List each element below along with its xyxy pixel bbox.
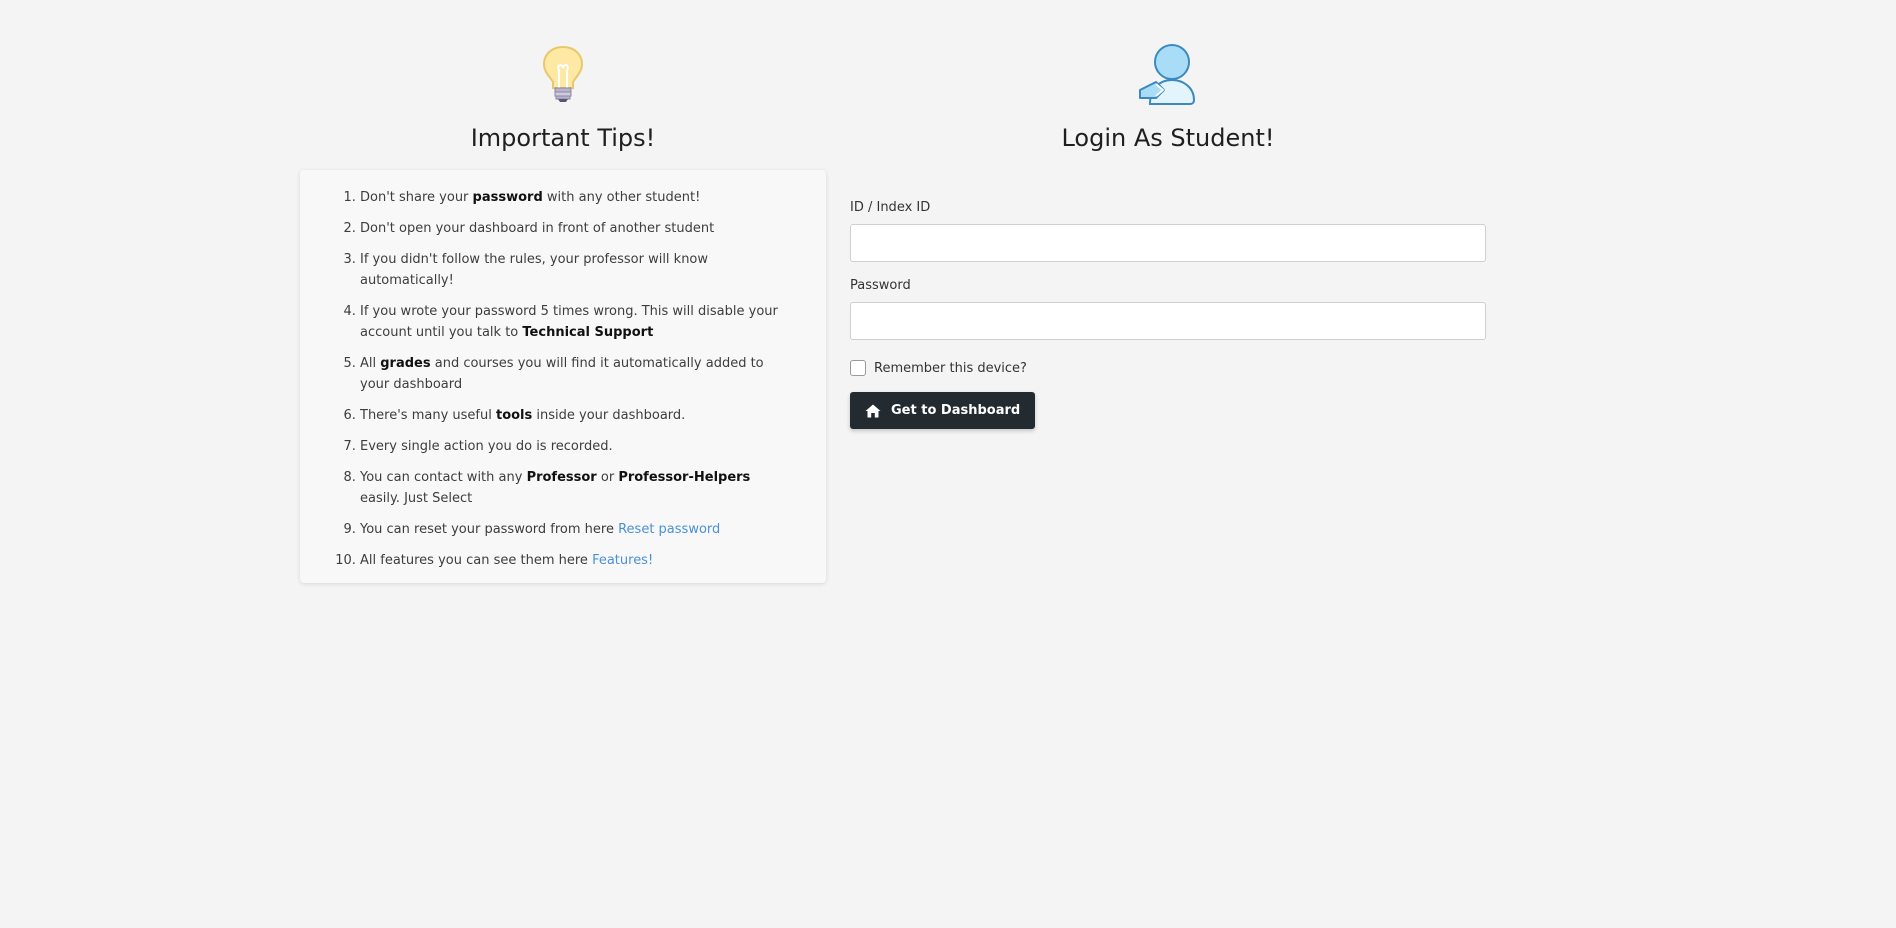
password-input[interactable]: [850, 302, 1486, 340]
tips-card: Don't share your password with any other…: [300, 170, 826, 583]
tip-text: If you didn't follow the rules, your pro…: [360, 252, 709, 288]
lightbulb-icon: [300, 44, 826, 106]
id-label: ID / Index ID: [850, 200, 931, 215]
tip-text: inside your dashboard.: [532, 408, 686, 423]
remember-checkbox[interactable]: [850, 360, 866, 376]
tip-link[interactable]: Features!: [592, 553, 653, 568]
tip-text: You can reset your password from here: [360, 522, 619, 537]
tip-text: or: [596, 470, 619, 485]
tip-emphasis: Professor-Helpers: [618, 470, 751, 485]
tip-link[interactable]: Reset password: [618, 522, 720, 537]
remember-label: Remember this device?: [874, 360, 1027, 376]
tip-item: You can contact with any Professor or Pr…: [360, 467, 806, 509]
remember-device[interactable]: Remember this device?: [850, 358, 1486, 378]
tip-text: All: [360, 356, 381, 371]
tip-item: All grades and courses you will find it …: [360, 353, 806, 395]
tip-item: Don't open your dashboard in front of an…: [360, 218, 806, 239]
login-form: ID / Index ID Password Remember this dev…: [850, 198, 1486, 429]
tip-item: If you wrote your password 5 times wrong…: [360, 301, 806, 343]
tip-emphasis: grades: [380, 356, 431, 371]
tip-emphasis: tools: [495, 408, 533, 423]
tip-text: There's many useful: [360, 408, 496, 423]
tip-text: Don't open your dashboard in front of an…: [360, 221, 715, 236]
tip-text: easily. Just Select: [360, 491, 473, 506]
password-label: Password: [850, 278, 911, 293]
login-section: Login As Student! ID / Index ID Password…: [850, 44, 1486, 429]
student-user-icon: [850, 44, 1486, 106]
get-to-dashboard-button[interactable]: Get to Dashboard: [850, 392, 1036, 429]
tip-emphasis: Technical Support: [522, 325, 654, 340]
tips-section: Important Tips! Don't share your passwor…: [300, 44, 826, 583]
tip-text: All features you can see them here: [360, 553, 593, 568]
tip-item: Every single action you do is recorded.: [360, 436, 806, 457]
button-label: Get to Dashboard: [891, 403, 1021, 418]
tip-text: Every single action you do is recorded.: [360, 439, 613, 454]
id-input[interactable]: [850, 224, 1486, 262]
tip-item: You can reset your password from here Re…: [360, 519, 806, 540]
login-title: Login As Student!: [1061, 124, 1275, 152]
tip-text: Don't share your: [360, 190, 473, 205]
tip-item: All features you can see them here Featu…: [360, 550, 806, 571]
tip-item: There's many useful tools inside your da…: [360, 405, 806, 426]
home-icon: [865, 404, 881, 417]
tip-text: You can contact with any: [360, 470, 527, 485]
tips-title: Important Tips!: [470, 124, 656, 152]
tip-emphasis: Professor: [526, 470, 597, 485]
tip-emphasis: password: [472, 190, 543, 205]
tips-list: Don't share your password with any other…: [320, 187, 806, 571]
tip-item: Don't share your password with any other…: [360, 187, 806, 208]
page: Important Tips! Don't share your passwor…: [0, 0, 1896, 928]
tip-text: with any other student!: [542, 190, 701, 205]
tip-item: If you didn't follow the rules, your pro…: [360, 249, 806, 291]
